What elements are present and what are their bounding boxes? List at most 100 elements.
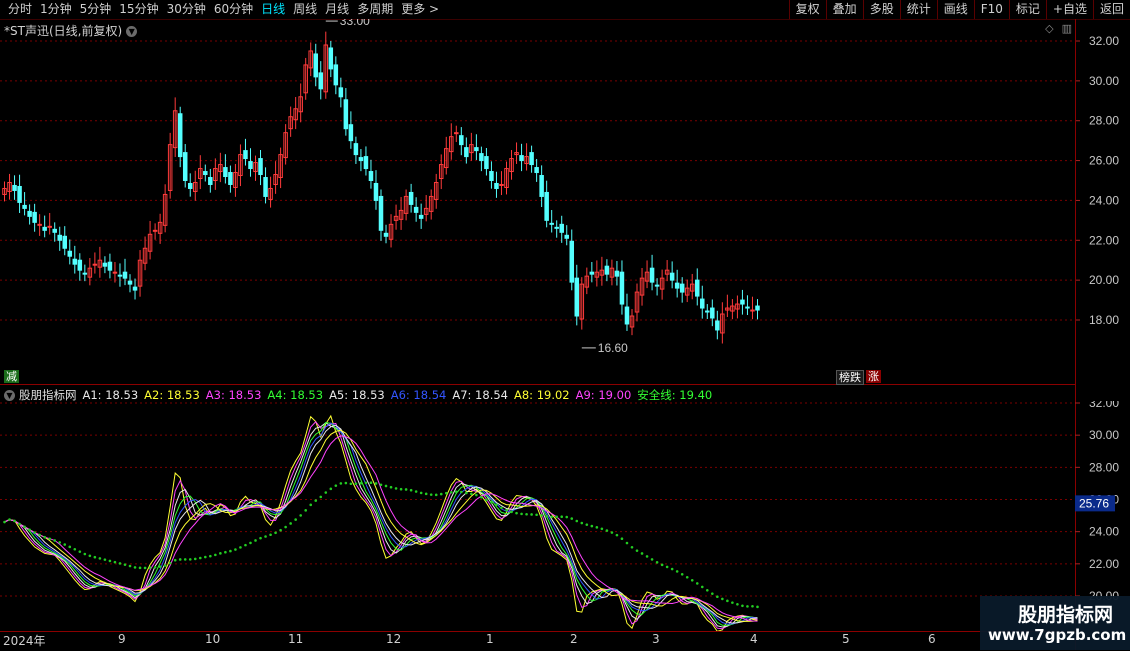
tab-5min[interactable]: 5分钟: [76, 2, 116, 17]
candle-body: [519, 155, 524, 162]
candle-body: [654, 284, 660, 287]
safety-dot: [133, 566, 137, 569]
candle-body: [258, 158, 263, 176]
safety-dot: [128, 564, 132, 568]
safety-dot: [93, 555, 97, 559]
candle-body: [363, 156, 369, 170]
candle-body: [313, 53, 318, 78]
legend-a8: A8: 19.02: [513, 388, 570, 402]
tab-multi-period[interactable]: 多周期: [353, 2, 397, 17]
safety-dot: [244, 543, 247, 547]
safety-dot: [294, 518, 297, 521]
candlestick-chart[interactable]: 33.00 16.60: [0, 19, 1075, 384]
safety-dot: [168, 561, 172, 565]
indicator-series-line: [4, 422, 758, 626]
candle-body: [564, 234, 569, 239]
pane-divider[interactable]: [0, 384, 1075, 385]
overlay-button[interactable]: 叠加: [825, 0, 863, 19]
safety-dot: [660, 563, 664, 567]
candle-body: [569, 240, 575, 283]
safety-dot: [63, 543, 67, 546]
safety-dot: [379, 483, 383, 487]
candle-body: [12, 184, 17, 191]
safety-dot: [158, 565, 162, 568]
safety-dot: [480, 495, 483, 499]
safety-dot: [711, 592, 714, 595]
safety-dot: [33, 531, 36, 534]
tab-monthly[interactable]: 月线: [321, 2, 353, 17]
indicator-tick-label: 28.00: [1089, 460, 1119, 474]
safety-dot: [299, 514, 302, 517]
safety-dot: [575, 519, 579, 523]
safety-dot: [716, 595, 719, 599]
safety-dot: [324, 491, 328, 494]
tab-timeshare[interactable]: 分时: [4, 2, 36, 17]
candle-body: [112, 271, 118, 274]
date-label-feb: 2: [570, 632, 578, 646]
tab-30min[interactable]: 30分钟: [163, 2, 210, 17]
safety-dot: [204, 555, 207, 559]
legend-a4: A4: 18.53: [267, 388, 324, 402]
safety-dot: [756, 605, 759, 609]
safety-dot: [329, 487, 333, 491]
date-label-year: 2024年: [3, 634, 46, 648]
candle-body: [669, 272, 675, 281]
safety-dot: [465, 491, 468, 495]
mark-button[interactable]: 标记: [1008, 0, 1046, 19]
add-watchlist-button[interactable]: +自选: [1045, 0, 1093, 19]
candle-body: [373, 182, 379, 201]
safety-dot: [736, 602, 739, 606]
candle-body: [318, 72, 324, 90]
safety-dot: [449, 490, 453, 494]
candle-body: [187, 182, 193, 189]
tab-15min[interactable]: 15分钟: [115, 2, 162, 17]
safety-dot: [118, 562, 122, 565]
safety-dot: [610, 531, 614, 534]
date-label-may: 5: [842, 632, 850, 646]
multi-stock-button[interactable]: 多股: [862, 0, 900, 19]
tab-daily[interactable]: 日线: [257, 2, 289, 17]
tab-1min[interactable]: 1分钟: [36, 2, 76, 17]
restore-rights-button[interactable]: 复权: [788, 0, 826, 19]
candle-body: [494, 182, 499, 189]
safety-dot: [304, 509, 308, 512]
indicator-tick-label: 32.00: [1089, 401, 1119, 410]
indicator-chart[interactable]: [0, 401, 1075, 631]
safety-dot: [625, 541, 629, 545]
candle-body: [37, 223, 42, 226]
safety-dot: [721, 597, 724, 601]
safety-dot: [284, 525, 287, 529]
tab-weekly[interactable]: 周线: [289, 2, 321, 17]
chevron-down-icon[interactable]: ▼: [4, 389, 15, 401]
back-button[interactable]: 返回: [1092, 0, 1130, 19]
indicator-lines: [4, 414, 758, 631]
candle-body: [679, 283, 685, 293]
candle-body: [117, 274, 123, 277]
statistics-button[interactable]: 统计: [899, 0, 937, 19]
f10-button[interactable]: F10: [973, 0, 1009, 19]
safety-dot: [274, 531, 277, 535]
tab-more[interactable]: 更多 >: [397, 2, 443, 17]
period-tabs: 分时 1分钟 5分钟 15分钟 30分钟 60分钟 日线 周线 月线 多周期 更…: [4, 2, 443, 17]
safety-dot: [475, 493, 478, 497]
candle-body: [700, 298, 705, 309]
legend-a5: A5: 18.53: [329, 388, 385, 402]
current-value-label: 25.76: [1079, 496, 1109, 510]
safety-dot: [700, 585, 704, 589]
tab-60min[interactable]: 60分钟: [210, 2, 257, 17]
low-price-label: 16.60: [598, 341, 628, 355]
safety-dot: [259, 536, 262, 540]
candle-body: [47, 225, 52, 228]
safety-dot: [470, 492, 473, 496]
safety-dot: [58, 541, 62, 544]
watermark-url: www.7gpzb.com: [988, 626, 1127, 644]
safety-dot: [690, 578, 694, 582]
top-toolbar: 分时 1分钟 5分钟 15分钟 30分钟 60分钟 日线 周线 月线 多周期 更…: [0, 0, 1130, 20]
candle-body: [408, 191, 414, 205]
candle-body: [710, 307, 715, 319]
candle-body: [132, 286, 138, 291]
draw-line-button[interactable]: 画线: [936, 0, 974, 19]
safety-dot: [640, 552, 644, 555]
safety-dot: [103, 558, 107, 561]
candle-body: [484, 156, 489, 170]
